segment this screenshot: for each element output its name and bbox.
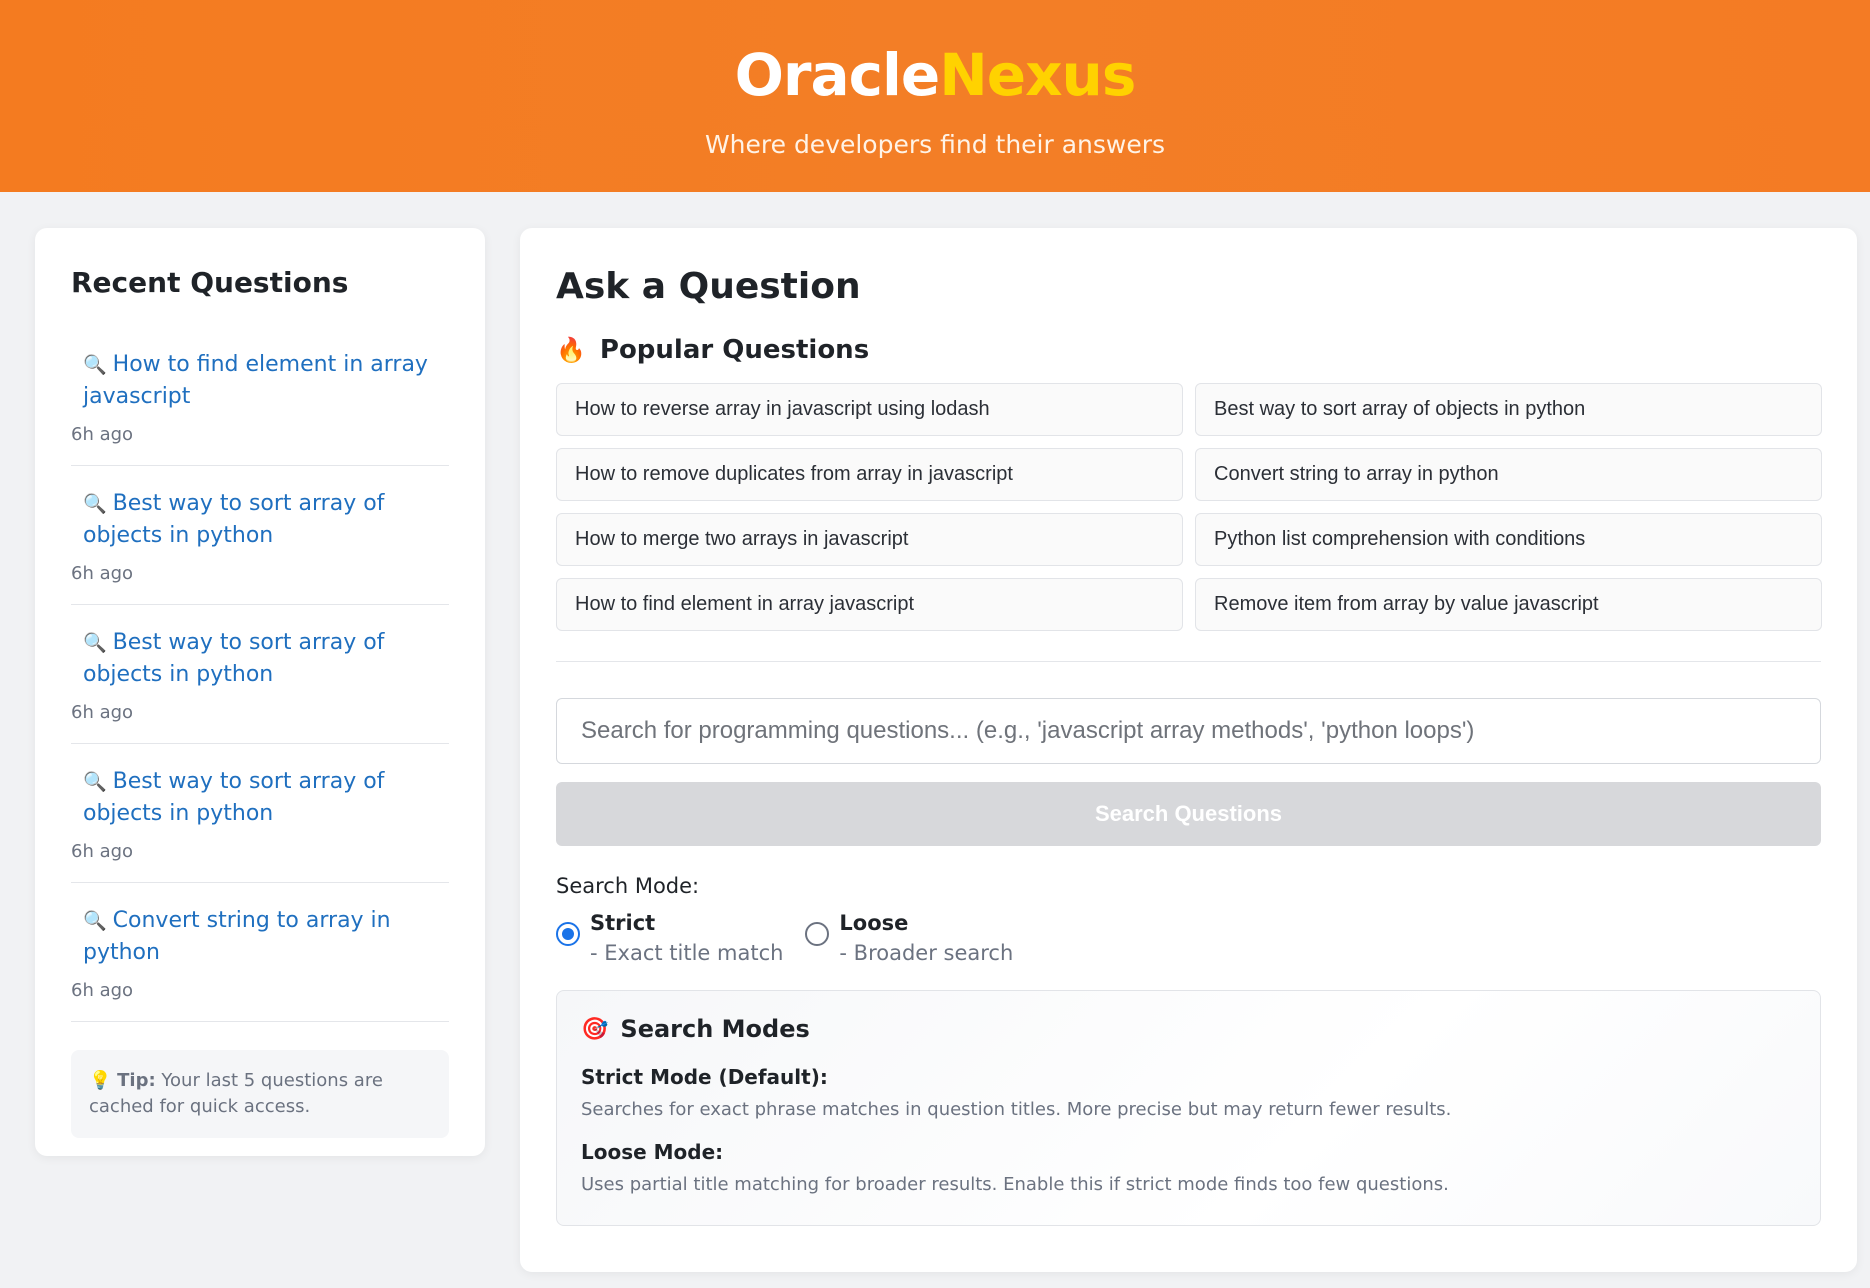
magnifier-icon: 🔍 bbox=[83, 354, 107, 376]
popular-question-button[interactable]: Convert string to array in python bbox=[1195, 448, 1822, 501]
recent-question-time: 6h ago bbox=[71, 563, 134, 584]
loose-mode-desc: - Broader search bbox=[839, 941, 1014, 965]
magnifier-icon: 🔍 bbox=[83, 910, 107, 932]
ask-question-panel: Ask a Question 🔥 Popular Questions How t… bbox=[520, 228, 1857, 1272]
popular-questions-title: Popular Questions bbox=[599, 335, 870, 365]
loose-mode-text: Loose - Broader search bbox=[839, 908, 1013, 968]
recent-question-time: 6h ago bbox=[71, 424, 134, 445]
popular-question-button[interactable]: Remove item from array by value javascri… bbox=[1195, 578, 1822, 631]
recent-question-item: 🔍 Convert string to array in python 6h ag… bbox=[71, 905, 449, 1022]
strict-mode-description: Searches for exact phrase matches in que… bbox=[581, 1099, 1452, 1120]
page-title: Ask a Question bbox=[556, 266, 861, 307]
search-mode-label: Search Mode: bbox=[556, 874, 700, 898]
search-modes-info-box: 🎯 Search Modes Strict Mode (Default): Se… bbox=[556, 990, 1821, 1226]
recent-question-time: 6h ago bbox=[71, 841, 134, 862]
search-mode-group: Strict - Exact title match Loose - Broad… bbox=[556, 908, 1821, 968]
strict-mode-option[interactable]: Strict - Exact title match bbox=[556, 908, 783, 968]
magnifier-icon: 🔍 bbox=[83, 771, 107, 793]
recent-question-link[interactable]: 🔍 Best way to sort array of objects in py… bbox=[71, 488, 449, 551]
recent-question-label: Best way to sort array of objects in pyt… bbox=[83, 630, 385, 687]
recent-questions-title: Recent Questions bbox=[71, 266, 349, 299]
loose-mode-option[interactable]: Loose - Broader search bbox=[805, 908, 1013, 968]
loose-mode-description: Uses partial title matching for broader … bbox=[581, 1174, 1449, 1195]
tip-label: Tip: bbox=[117, 1070, 156, 1091]
strict-mode-heading: Strict Mode (Default): bbox=[581, 1065, 828, 1089]
strict-mode-name: Strict bbox=[590, 911, 656, 935]
brand-logo[interactable]: OracleNexus bbox=[0, 40, 1870, 110]
popular-question-button[interactable]: How to merge two arrays in javascript bbox=[556, 513, 1183, 566]
recent-question-time: 6h ago bbox=[71, 980, 134, 1001]
recent-question-link[interactable]: 🔍 Best way to sort array of objects in py… bbox=[71, 627, 449, 690]
cache-tip: 💡 Tip: Your last 5 questions are cached … bbox=[71, 1050, 449, 1138]
popular-questions-heading: 🔥 Popular Questions bbox=[556, 335, 1821, 365]
brand-name-primary: Oracle bbox=[734, 41, 941, 109]
search-questions-button[interactable]: Search Questions bbox=[556, 782, 1821, 846]
popular-question-button[interactable]: Best way to sort array of objects in pyt… bbox=[1195, 383, 1822, 436]
search-modes-heading: 🎯 Search Modes bbox=[581, 1015, 1796, 1043]
popular-question-button[interactable]: How to find element in array javascript bbox=[556, 578, 1183, 631]
recent-question-label: Convert string to array in python bbox=[83, 908, 391, 965]
target-icon: 🎯 bbox=[581, 1016, 609, 1042]
recent-question-item: 🔍 Best way to sort array of objects in py… bbox=[71, 488, 449, 605]
popular-question-button[interactable]: How to reverse array in javascript using… bbox=[556, 383, 1183, 436]
recent-question-item: 🔍 Best way to sort array of objects in py… bbox=[71, 766, 449, 883]
recent-question-time: 6h ago bbox=[71, 702, 134, 723]
recent-question-link[interactable]: 🔍 How to find element in array javascript bbox=[71, 349, 449, 412]
popular-question-button[interactable]: How to remove duplicates from array in j… bbox=[556, 448, 1183, 501]
magnifier-icon: 🔍 bbox=[83, 632, 107, 654]
search-modes-title: Search Modes bbox=[620, 1015, 810, 1043]
loose-mode-heading: Loose Mode: bbox=[581, 1140, 724, 1164]
magnifier-icon: 🔍 bbox=[83, 493, 107, 515]
tagline: Where developers find their answers bbox=[704, 130, 1166, 159]
lightbulb-icon: 💡 bbox=[89, 1070, 112, 1091]
section-divider bbox=[556, 661, 1821, 662]
recent-question-label: How to find element in array javascript bbox=[83, 352, 428, 409]
recent-question-link[interactable]: 🔍 Best way to sort array of objects in py… bbox=[71, 766, 449, 829]
recent-question-item: 🔍 Best way to sort array of objects in py… bbox=[71, 627, 449, 744]
strict-mode-desc: - Exact title match bbox=[590, 941, 784, 965]
loose-mode-radio[interactable] bbox=[805, 922, 830, 946]
popular-question-button[interactable]: Python list comprehension with condition… bbox=[1195, 513, 1822, 566]
site-header: OracleNexus Where developers find their … bbox=[0, 0, 1870, 192]
strict-mode-text: Strict - Exact title match bbox=[590, 908, 783, 968]
loose-mode-name: Loose bbox=[839, 911, 909, 935]
popular-questions-grid: How to reverse array in javascript using… bbox=[556, 383, 1822, 631]
brand-name-accent: Nexus bbox=[939, 41, 1136, 109]
recent-question-label: Best way to sort array of objects in pyt… bbox=[83, 491, 385, 548]
search-input[interactable] bbox=[556, 698, 1821, 764]
recent-question-label: Best way to sort array of objects in pyt… bbox=[83, 769, 385, 826]
strict-mode-radio[interactable] bbox=[556, 922, 580, 946]
recent-question-item: 🔍 How to find element in array javascript… bbox=[71, 349, 449, 466]
recent-question-link[interactable]: 🔍 Convert string to array in python bbox=[71, 905, 449, 968]
fire-icon: 🔥 bbox=[556, 336, 586, 364]
recent-questions-panel: Recent Questions 🔍 How to find element in… bbox=[35, 228, 485, 1156]
